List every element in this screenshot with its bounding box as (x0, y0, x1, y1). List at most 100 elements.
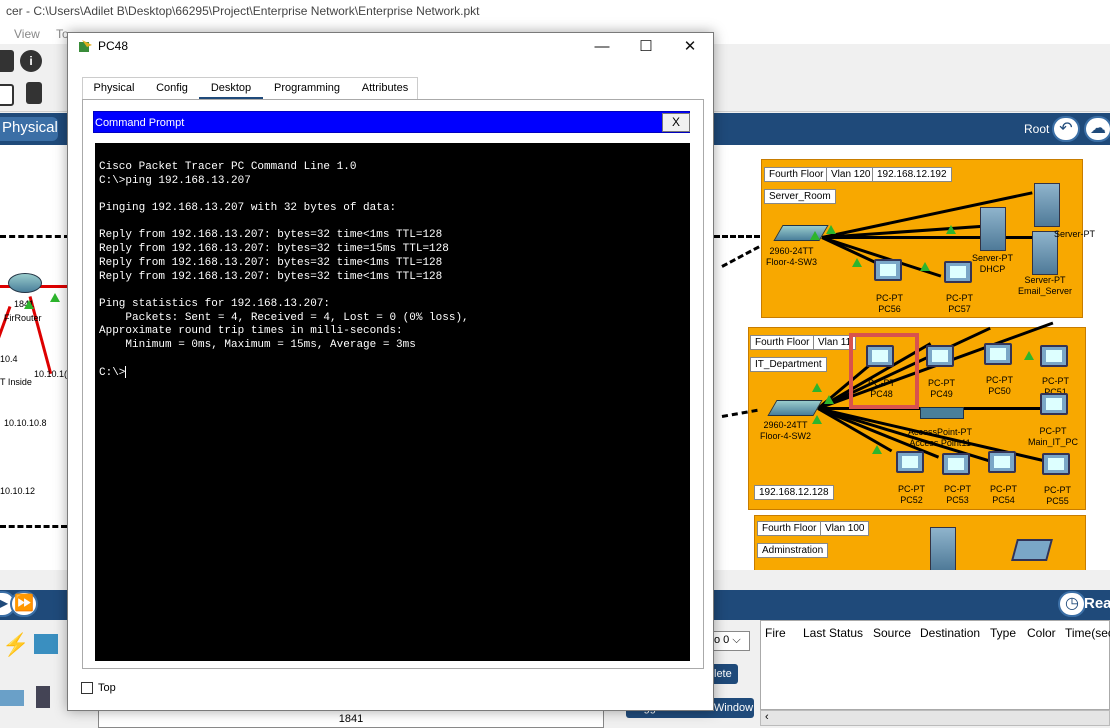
tab-config[interactable]: Config (145, 78, 199, 100)
move-icon[interactable] (0, 50, 14, 72)
pc-label: PC-PT PC54 (990, 484, 1017, 505)
command-prompt-titlebar: Command Prompt X (93, 111, 690, 133)
terminal-line: Cisco Packet Tracer PC Command Line 1.0 (99, 161, 357, 173)
main-window-title: cer - C:\Users\Adilet B\Desktop\66295\Pr… (0, 0, 1110, 24)
ip-label: 10.10.10.8 (4, 418, 47, 428)
server-icon[interactable] (930, 527, 956, 570)
switch-icon[interactable] (773, 225, 829, 241)
back-icon[interactable]: ↶ (1052, 116, 1080, 142)
router-icon[interactable] (8, 273, 42, 293)
col-destination: Destination (920, 626, 981, 640)
top-checkbox[interactable] (81, 682, 93, 694)
top-checkbox-label: Top (98, 682, 116, 694)
pc-icon[interactable] (874, 259, 902, 281)
realtime-icon[interactable]: ◷ (1058, 591, 1086, 617)
pc-label: PC-PT PC55 (1044, 485, 1071, 506)
access-point-label: AccessPoint-PT Access Point11 (908, 427, 973, 448)
subnet-tag: 192.168.12.192 (872, 167, 952, 182)
link-up-indicator (946, 225, 956, 234)
tab-programming[interactable]: Programming (263, 78, 351, 100)
scroll-left-icon[interactable]: ‹ (765, 711, 769, 723)
ip-label: 10.10.12 (0, 486, 36, 496)
server-icon[interactable] (980, 207, 1006, 251)
link-up-indicator (810, 231, 820, 240)
pc-label: PC-PT PC57 (946, 293, 973, 314)
tab-physical[interactable]: Physical (83, 78, 145, 100)
pdu-list-table: Fire Last Status Source Destination Type… (760, 620, 1110, 710)
link-up-indicator (812, 383, 822, 392)
col-last-status: Last Status (803, 626, 864, 640)
folder-icon[interactable] (34, 634, 58, 654)
pc-icon[interactable] (896, 451, 924, 473)
fast-forward-icon[interactable]: ⏩ (10, 591, 38, 617)
access-point-icon[interactable] (920, 407, 964, 419)
floor-tag: Fourth Floor (750, 335, 815, 350)
link-up-indicator (852, 258, 862, 267)
pc-icon[interactable] (984, 343, 1012, 365)
dialog-tabs: Physical Config Desktop Programming Attr… (82, 77, 419, 100)
pc-icon[interactable] (1040, 393, 1068, 415)
pc-icon[interactable] (1042, 453, 1070, 475)
device-icon[interactable] (36, 686, 50, 708)
terminal-prompt-line[interactable]: C:\> (99, 366, 686, 380)
dialog-title: PC48 (98, 39, 129, 53)
info-icon[interactable]: i (20, 50, 42, 72)
note-icon[interactable] (26, 82, 42, 104)
menu-view[interactable]: View (14, 27, 40, 41)
maximize-icon[interactable]: ☐ (623, 33, 669, 61)
cloud-icon[interactable]: ☁ (1084, 116, 1110, 142)
link-up-indicator (812, 415, 822, 424)
vlan-tag: Vlan 100 (820, 521, 870, 536)
pc-icon[interactable] (942, 453, 970, 475)
subnet-tag: 192.168.12.128 (754, 485, 834, 500)
terminal-line: Approximate round trip times in milli-se… (99, 325, 403, 338)
link-up-indicator (50, 293, 60, 302)
realtime-label[interactable]: Rea (1084, 595, 1110, 612)
scenario-select[interactable]: o 0 ⌵ (710, 631, 750, 651)
minimize-icon[interactable]: — (579, 33, 625, 61)
tab-desktop[interactable]: Desktop (199, 78, 263, 100)
terminal-line: Reply from 192.168.13.207: bytes=32 time… (99, 243, 449, 256)
terminal-output[interactable]: Cisco Packet Tracer PC Command Line 1.0 … (95, 143, 690, 661)
server-label: Server-PT (1054, 229, 1096, 239)
server-label: Server-PT DHCP (972, 253, 1014, 274)
link-up-indicator (920, 262, 930, 271)
lightning-icon[interactable]: ⚡ (2, 632, 29, 658)
server-icon[interactable] (1034, 183, 1060, 227)
physical-workspace-tab[interactable]: Physical (0, 117, 58, 141)
ip-label: T Inside (0, 377, 32, 387)
pc-label: PC-PT Main_IT_PC (1028, 426, 1079, 447)
terminal-line: Pinging 192.168.13.207 with 32 bytes of … (99, 202, 397, 215)
cable (0, 525, 67, 528)
pc-icon[interactable] (926, 345, 954, 367)
close-icon[interactable]: ✕ (667, 33, 713, 61)
horizontal-scrollbar[interactable]: ‹ (760, 710, 1110, 726)
ip-label: 10.10.1( (34, 369, 68, 379)
cable (721, 245, 760, 268)
pc-label: PC-PT PC49 (928, 378, 955, 399)
terminal-line: Minimum = 0ms, Maximum = 15ms, Average =… (99, 338, 416, 351)
tab-attributes[interactable]: Attributes (351, 78, 419, 100)
terminal-prompt: C:\> (99, 367, 126, 380)
col-type: Type (990, 626, 1017, 640)
col-source: Source (873, 626, 912, 640)
room-tag: Server_Room (764, 189, 836, 204)
device-icon[interactable] (0, 690, 24, 706)
packet-tracer-icon (79, 40, 92, 52)
root-label: Root (1024, 122, 1050, 136)
command-prompt-close-button[interactable]: X (662, 113, 690, 132)
switch-icon[interactable] (767, 400, 823, 416)
pc-icon[interactable] (944, 261, 972, 283)
ip-label: 10.4 (0, 354, 18, 364)
col-fire: Fire (765, 626, 786, 640)
dialog-titlebar[interactable]: PC48 — ☐ ✕ (68, 33, 713, 61)
select-icon[interactable] (0, 84, 14, 106)
desktop-panel: Command Prompt X Cisco Packet Tracer PC … (82, 99, 704, 669)
pc-icon[interactable] (988, 451, 1016, 473)
laptop-icon[interactable] (1011, 539, 1053, 561)
pc-icon[interactable] (1040, 345, 1068, 367)
